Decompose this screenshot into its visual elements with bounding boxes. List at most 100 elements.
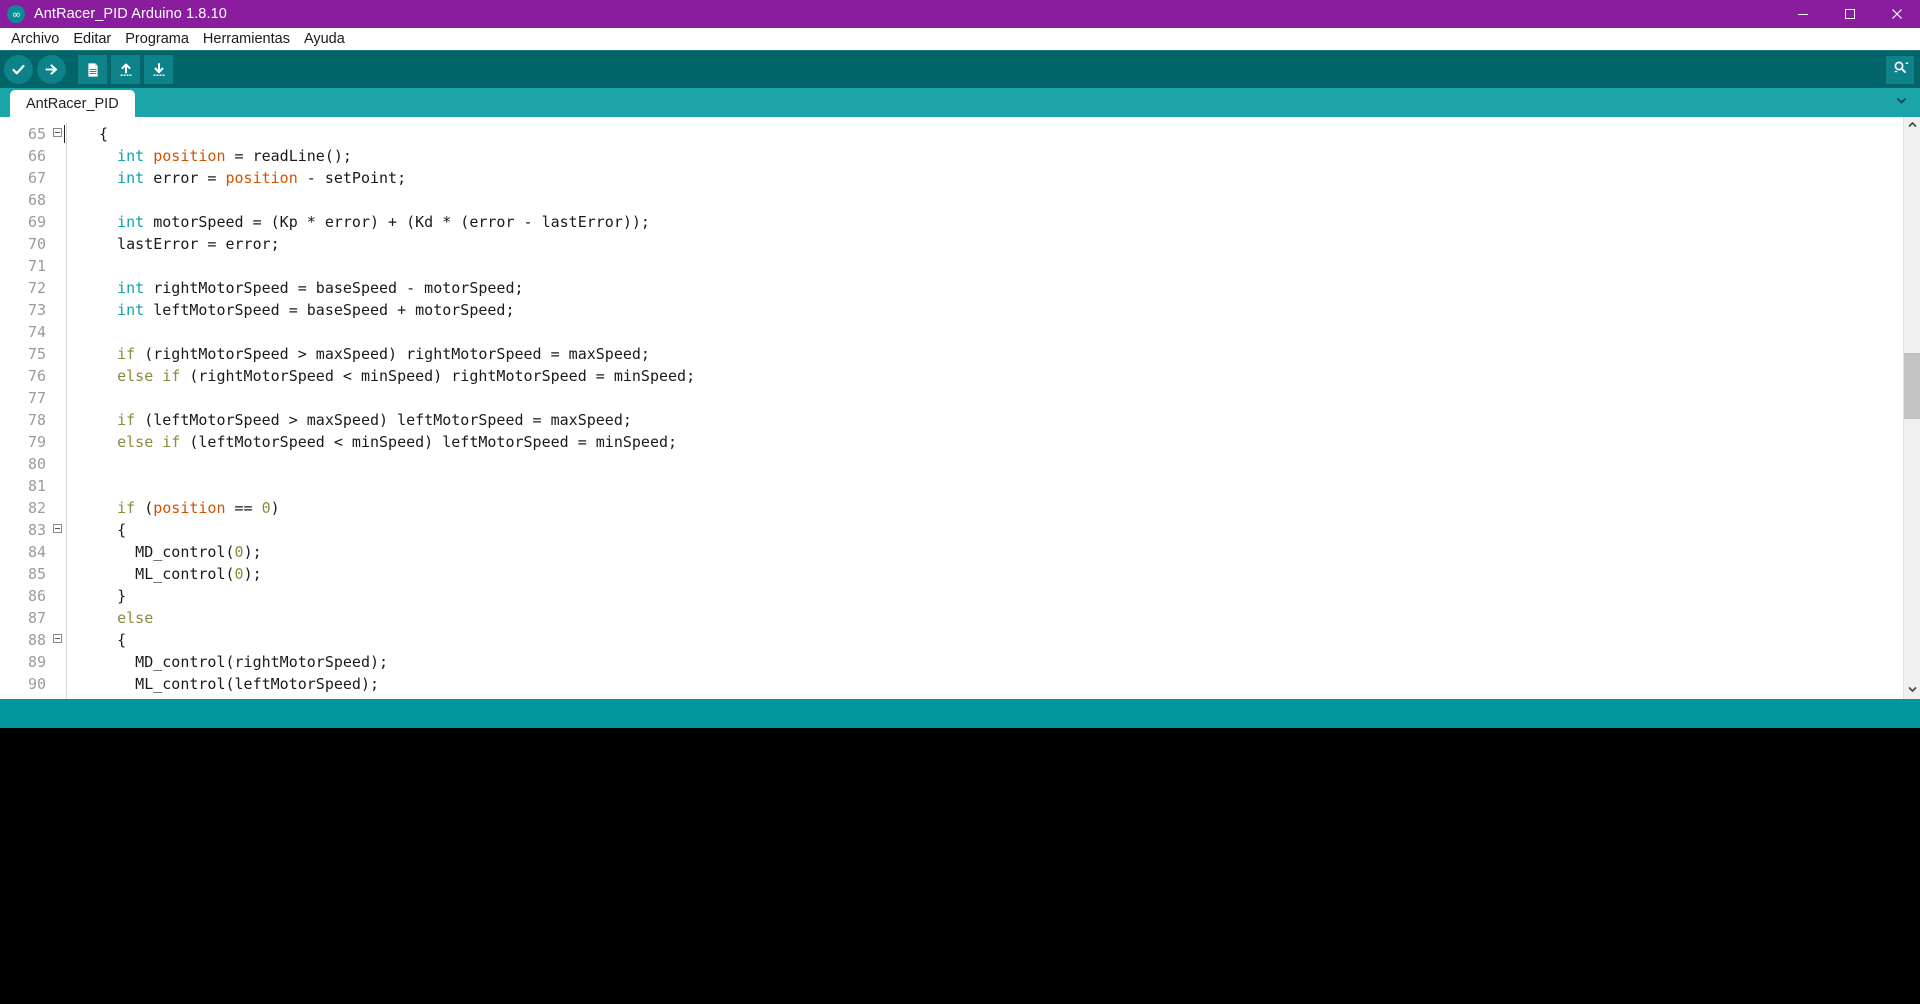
code-token: ML_control(leftMotorSpeed); [81, 675, 380, 693]
code-token: lastError = error; [81, 235, 280, 253]
menu-ayuda[interactable]: Ayuda [297, 30, 352, 49]
editor-vertical-scrollbar[interactable] [1903, 117, 1920, 699]
code-token: - setPoint; [297, 169, 407, 187]
line-number: 65 [0, 123, 62, 145]
tab-strip: AntRacer_PID [0, 88, 1920, 117]
code-line: ML_control(leftMotorSpeed); [81, 673, 1903, 695]
line-number: 83 [0, 519, 62, 541]
code-token: ); [243, 565, 262, 583]
chevron-down-icon [1895, 94, 1908, 112]
menu-archivo[interactable]: Archivo [4, 30, 66, 49]
close-button[interactable] [1873, 0, 1920, 28]
code-token: (rightMotorSpeed > maxSpeed) rightMotorS… [135, 345, 650, 363]
scroll-down-button[interactable] [1904, 682, 1920, 699]
line-number: 87 [27, 609, 46, 627]
scrollbar-thumb[interactable] [1904, 353, 1920, 419]
new-sketch-button[interactable] [78, 55, 107, 84]
maximize-button[interactable] [1826, 0, 1873, 28]
code-token: } [81, 697, 126, 699]
line-number: 79 [27, 433, 46, 451]
fold-toggle-icon[interactable] [53, 634, 62, 643]
code-token: 0 [234, 565, 244, 583]
code-line: int leftMotorSpeed = baseSpeed + motorSp… [81, 299, 1903, 321]
menu-editar[interactable]: Editar [66, 30, 118, 49]
open-sketch-button[interactable] [111, 55, 140, 84]
code-token: == [225, 499, 262, 517]
line-number: 67 [27, 169, 46, 187]
console-output[interactable] [0, 728, 1920, 1004]
verify-button[interactable] [4, 55, 33, 84]
line-number: 73 [27, 301, 46, 319]
code-line: int motorSpeed = (Kp * error) + (Kd * (e… [81, 211, 1903, 233]
tab-antracer-pid[interactable]: AntRacer_PID [10, 90, 135, 117]
arduino-infinity-icon: ∞ [7, 5, 25, 23]
chevron-down-icon [1908, 685, 1917, 696]
code-token: 0 [234, 543, 244, 561]
code-editor[interactable]: 65 66 67 68 69 70 71 72 73 74 75 76 77 78 79 80 81 82 83 84… [0, 117, 1903, 699]
code-token: (leftMotorSpeed > maxSpeed) leftMotorSpe… [135, 411, 632, 429]
arrow-down-icon [150, 61, 168, 79]
check-icon [10, 61, 27, 78]
code-line: if (rightMotorSpeed > maxSpeed) rightMot… [81, 343, 1903, 365]
serial-monitor-button[interactable] [1886, 55, 1914, 84]
arrow-right-icon [43, 61, 60, 78]
save-sketch-button[interactable] [144, 55, 173, 84]
line-number: 66 [27, 147, 46, 165]
fold-toggle-icon[interactable] [53, 128, 62, 137]
new-file-icon [84, 61, 102, 79]
scroll-up-button[interactable] [1904, 117, 1920, 134]
code-token: = readLine(); [225, 147, 352, 165]
code-line: if (leftMotorSpeed > maxSpeed) leftMotor… [81, 409, 1903, 431]
code-line: if (position == 0) [81, 497, 1903, 519]
code-line: MD_control(0); [81, 541, 1903, 563]
line-number: 82 [27, 499, 46, 517]
line-number: 91 [0, 695, 50, 699]
code-token: ML_control( [81, 565, 235, 583]
upload-button[interactable] [37, 55, 66, 84]
code-line: lastError = error; [81, 233, 1903, 255]
toolbar [0, 50, 1920, 88]
fold-toggle-icon[interactable] [53, 524, 62, 533]
code-line: ML_control(0); [81, 563, 1903, 585]
code-line: else if (rightMotorSpeed < minSpeed) rig… [81, 365, 1903, 387]
menu-programa[interactable]: Programa [118, 30, 196, 49]
code-token: else [117, 609, 154, 627]
line-number: 88 [0, 629, 62, 651]
code-lines[interactable]: { int position = readLine(); int error =… [67, 123, 1903, 699]
chevron-up-icon [1908, 120, 1917, 131]
menu-herramientas[interactable]: Herramientas [196, 30, 297, 49]
line-number-gutter: 65 66 67 68 69 70 71 72 73 74 75 76 77 78 79 80 81 82 83 84… [0, 123, 62, 699]
line-number: 72 [27, 279, 46, 297]
tab-label: AntRacer_PID [26, 95, 119, 112]
code-token: error = [144, 169, 226, 187]
text-caret [64, 125, 65, 143]
code-line: } [81, 695, 1903, 699]
code-token: MD_control(rightMotorSpeed); [81, 653, 389, 671]
code-token: } [81, 587, 127, 605]
minimize-button[interactable] [1779, 0, 1826, 28]
code-token: ); [243, 543, 262, 561]
code-token: rightMotorSpeed = baseSpeed - motorSpeed… [144, 279, 524, 297]
tab-menu-button[interactable] [1890, 92, 1912, 114]
line-number: 68 [27, 191, 46, 209]
line-number: 84 [27, 543, 46, 561]
line-number: 78 [27, 411, 46, 429]
code-token: if [117, 499, 136, 517]
code-line: int position = readLine(); [81, 145, 1903, 167]
code-line: { [81, 519, 1903, 541]
code-token: 0 [261, 499, 271, 517]
line-number: 69 [27, 213, 46, 231]
